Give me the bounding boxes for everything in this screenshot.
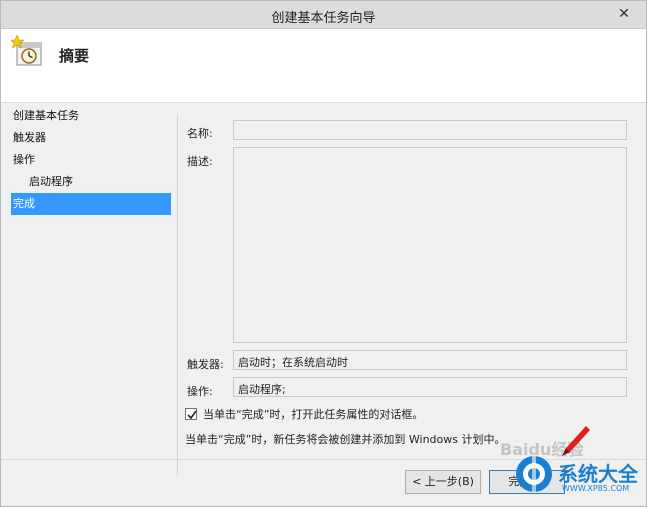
name-field[interactable] [233,120,627,140]
open-properties-option[interactable]: 当单击“完成”时，打开此任务属性的对话框。 [185,406,423,422]
action-field[interactable]: 启动程序; [233,377,627,397]
open-properties-label: 当单击“完成”时，打开此任务属性的对话框。 [203,408,424,421]
window-title: 创建基本任务向导 [271,11,376,26]
site-logo-icon [516,456,552,492]
description-field[interactable] [233,147,627,343]
open-properties-checkbox[interactable] [185,408,197,420]
page-title: 摘要 [59,47,90,65]
task-wizard-window: 创建基本任务向导 ✕ 摘要 创建基本任务 触发器 操作 启动程序 完成 名称: … [0,0,647,507]
wizard-header: 摘要 [1,29,646,103]
step-create-basic-task[interactable]: 创建基本任务 [11,105,171,127]
site-url: WWW.XP85.COM [562,484,630,493]
back-button[interactable]: < 上一步(B) [405,470,481,494]
title-bar: 创建基本任务向导 ✕ [1,1,646,29]
scheduled-task-clock-icon [9,34,45,69]
step-trigger[interactable]: 触发器 [11,127,171,149]
section-divider [177,115,178,475]
step-action[interactable]: 操作 [11,149,171,171]
description-label: 描述: [187,155,213,168]
action-label: 操作: [187,385,213,398]
pen-icon [562,426,590,456]
name-label: 名称: [187,127,213,140]
trigger-label: 触发器: [187,358,224,371]
info-text: 当单击“完成”时，新任务将会被创建并添加到 Windows 计划中。 [185,433,506,446]
close-icon[interactable]: ✕ [610,4,638,24]
wizard-steps: 创建基本任务 触发器 操作 启动程序 完成 [11,105,171,215]
step-finish[interactable]: 完成 [11,193,171,215]
site-name: 系统大全 [558,462,638,486]
step-start-program[interactable]: 启动程序 [11,171,171,193]
trigger-field[interactable]: 启动时；在系统启动时 [233,350,627,370]
watermark: Baidu经验 系统大全 WWW.XP85.COM [496,426,646,506]
